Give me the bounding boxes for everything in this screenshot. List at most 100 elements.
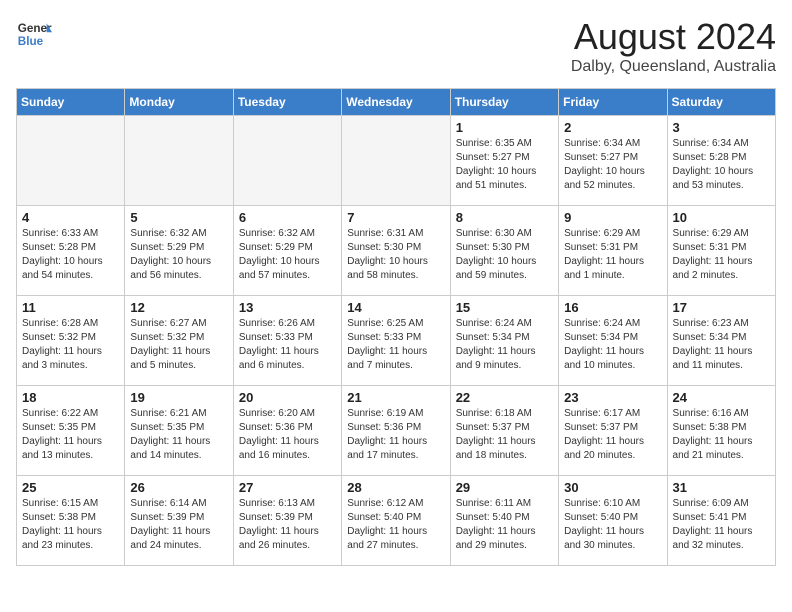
calendar-cell: 23Sunrise: 6:17 AMSunset: 5:37 PMDayligh…: [559, 386, 667, 476]
calendar-cell: 16 Sunrise: 6:24 AMSunset: 5:34 PMDayligh…: [559, 296, 667, 386]
day-number: 3: [673, 120, 770, 135]
week-row-1: 1Sunrise: 6:35 AMSunset: 5:27 PMDaylight…: [17, 116, 776, 206]
cell-info: Sunrise: 6:34 AMSunset: 5:28 PMDaylight:…: [673, 137, 770, 193]
calendar-cell: 8 Sunrise: 6:30 AMSunset: 5:30 PMDaylight…: [450, 206, 558, 296]
week-row-5: 25 Sunrise: 6:15 AMSunset: 5:38 PMDayligh…: [17, 476, 776, 566]
day-number: 10: [673, 210, 770, 225]
day-number: 13: [239, 300, 336, 315]
cell-info: Sunrise: 6:30 AMSunset: 5:30 PMDaylight:…: [456, 227, 553, 283]
day-number: 15: [456, 300, 553, 315]
calendar-cell: 5Sunrise: 6:32 AMSunset: 5:29 PMDaylight…: [125, 206, 233, 296]
cell-info: Sunrise: 6:34 AMSunset: 5:27 PMDaylight:…: [564, 137, 661, 193]
calendar-cell: 17 Sunrise: 6:23 AMSunset: 5:34 PMDayligh…: [667, 296, 775, 386]
calendar-cell: 24 Sunrise: 6:16 AMSunset: 5:38 PMDayligh…: [667, 386, 775, 476]
week-row-2: 4 Sunrise: 6:33 AMSunset: 5:28 PMDaylight…: [17, 206, 776, 296]
calendar-cell: 4 Sunrise: 6:33 AMSunset: 5:28 PMDaylight…: [17, 206, 125, 296]
cell-info: Sunrise: 6:18 AMSunset: 5:37 PMDaylight:…: [456, 407, 553, 463]
day-number: 19: [130, 390, 227, 405]
calendar-cell: 20Sunrise: 6:20 AMSunset: 5:36 PMDayligh…: [233, 386, 341, 476]
cell-info: Sunrise: 6:24 AMSunset: 5:34 PMDaylight:…: [564, 317, 661, 373]
cell-info: Sunrise: 6:17 AMSunset: 5:37 PMDaylight:…: [564, 407, 661, 463]
calendar-cell: 19Sunrise: 6:21 AMSunset: 5:35 PMDayligh…: [125, 386, 233, 476]
cell-info: Sunrise: 6:13 AMSunset: 5:39 PMDaylight:…: [239, 497, 336, 553]
cell-info: Sunrise: 6:29 AMSunset: 5:31 PMDaylight:…: [673, 227, 770, 283]
header-thursday: Thursday: [450, 89, 558, 116]
calendar-cell: 18 Sunrise: 6:22 AMSunset: 5:35 PMDayligh…: [17, 386, 125, 476]
cell-info: Sunrise: 6:09 AMSunset: 5:41 PMDaylight:…: [673, 497, 770, 553]
calendar-cell: 14 Sunrise: 6:25 AMSunset: 5:33 PMDayligh…: [342, 296, 450, 386]
calendar-cell: [125, 116, 233, 206]
cell-info: Sunrise: 6:10 AMSunset: 5:40 PMDaylight:…: [564, 497, 661, 553]
day-number: 28: [347, 480, 444, 495]
calendar-cell: 7Sunrise: 6:31 AMSunset: 5:30 PMDaylight…: [342, 206, 450, 296]
day-number: 24: [673, 390, 770, 405]
cell-info: Sunrise: 6:24 AMSunset: 5:34 PMDaylight:…: [456, 317, 553, 373]
calendar-cell: 26 Sunrise: 6:14 AMSunset: 5:39 PMDayligh…: [125, 476, 233, 566]
day-number: 1: [456, 120, 553, 135]
day-number: 8: [456, 210, 553, 225]
calendar-cell: 30 Sunrise: 6:10 AMSunset: 5:40 PMDayligh…: [559, 476, 667, 566]
calendar-cell: [342, 116, 450, 206]
day-number: 9: [564, 210, 661, 225]
day-number: 4: [22, 210, 119, 225]
calendar-cell: 9 Sunrise: 6:29 AMSunset: 5:31 PMDaylight…: [559, 206, 667, 296]
cell-info: Sunrise: 6:29 AMSunset: 5:31 PMDaylight:…: [564, 227, 661, 283]
calendar-cell: 21Sunrise: 6:19 AMSunset: 5:36 PMDayligh…: [342, 386, 450, 476]
calendar-cell: 3 Sunrise: 6:34 AMSunset: 5:28 PMDaylight…: [667, 116, 775, 206]
cell-info: Sunrise: 6:19 AMSunset: 5:36 PMDaylight:…: [347, 407, 444, 463]
calendar-cell: 25 Sunrise: 6:15 AMSunset: 5:38 PMDayligh…: [17, 476, 125, 566]
cell-info: Sunrise: 6:20 AMSunset: 5:36 PMDaylight:…: [239, 407, 336, 463]
cell-info: Sunrise: 6:12 AMSunset: 5:40 PMDaylight:…: [347, 497, 444, 553]
day-number: 12: [130, 300, 227, 315]
calendar-cell: 11Sunrise: 6:28 AMSunset: 5:32 PMDayligh…: [17, 296, 125, 386]
logo-icon: General Blue: [16, 16, 52, 52]
cell-info: Sunrise: 6:27 AMSunset: 5:32 PMDaylight:…: [130, 317, 227, 373]
day-number: 27: [239, 480, 336, 495]
calendar-cell: 2 Sunrise: 6:34 AMSunset: 5:27 PMDaylight…: [559, 116, 667, 206]
day-number: 16: [564, 300, 661, 315]
cell-info: Sunrise: 6:26 AMSunset: 5:33 PMDaylight:…: [239, 317, 336, 373]
week-row-3: 11Sunrise: 6:28 AMSunset: 5:32 PMDayligh…: [17, 296, 776, 386]
cell-info: Sunrise: 6:22 AMSunset: 5:35 PMDaylight:…: [22, 407, 119, 463]
cell-info: Sunrise: 6:25 AMSunset: 5:33 PMDaylight:…: [347, 317, 444, 373]
day-number: 14: [347, 300, 444, 315]
calendar-cell: 12 Sunrise: 6:27 AMSunset: 5:32 PMDayligh…: [125, 296, 233, 386]
calendar-cell: 13 Sunrise: 6:26 AMSunset: 5:33 PMDayligh…: [233, 296, 341, 386]
day-number: 26: [130, 480, 227, 495]
calendar-cell: 28 Sunrise: 6:12 AMSunset: 5:40 PMDayligh…: [342, 476, 450, 566]
cell-info: Sunrise: 6:28 AMSunset: 5:32 PMDaylight:…: [22, 317, 119, 373]
header-saturday: Saturday: [667, 89, 775, 116]
page-header: General Blue August 2024 Dalby, Queensla…: [16, 16, 776, 76]
day-number: 5: [130, 210, 227, 225]
cell-info: Sunrise: 6:16 AMSunset: 5:38 PMDaylight:…: [673, 407, 770, 463]
logo: General Blue: [16, 16, 52, 52]
calendar-cell: [17, 116, 125, 206]
header-tuesday: Tuesday: [233, 89, 341, 116]
cell-info: Sunrise: 6:14 AMSunset: 5:39 PMDaylight:…: [130, 497, 227, 553]
day-number: 25: [22, 480, 119, 495]
day-number: 7: [347, 210, 444, 225]
title-block: August 2024 Dalby, Queensland, Australia: [571, 16, 776, 76]
calendar-cell: 6 Sunrise: 6:32 AMSunset: 5:29 PMDaylight…: [233, 206, 341, 296]
calendar-location: Dalby, Queensland, Australia: [571, 58, 776, 76]
calendar-cell: 1Sunrise: 6:35 AMSunset: 5:27 PMDaylight…: [450, 116, 558, 206]
day-number: 2: [564, 120, 661, 135]
cell-info: Sunrise: 6:32 AMSunset: 5:29 PMDaylight:…: [239, 227, 336, 283]
cell-info: Sunrise: 6:23 AMSunset: 5:34 PMDaylight:…: [673, 317, 770, 373]
calendar-cell: 15 Sunrise: 6:24 AMSunset: 5:34 PMDayligh…: [450, 296, 558, 386]
day-number: 31: [673, 480, 770, 495]
day-number: 18: [22, 390, 119, 405]
cell-info: Sunrise: 6:15 AMSunset: 5:38 PMDaylight:…: [22, 497, 119, 553]
cell-info: Sunrise: 6:11 AMSunset: 5:40 PMDaylight:…: [456, 497, 553, 553]
calendar-cell: 27 Sunrise: 6:13 AMSunset: 5:39 PMDayligh…: [233, 476, 341, 566]
header-wednesday: Wednesday: [342, 89, 450, 116]
day-number: 17: [673, 300, 770, 315]
calendar-title: August 2024: [571, 16, 776, 58]
day-number: 30: [564, 480, 661, 495]
cell-info: Sunrise: 6:33 AMSunset: 5:28 PMDaylight:…: [22, 227, 119, 283]
week-row-4: 18 Sunrise: 6:22 AMSunset: 5:35 PMDayligh…: [17, 386, 776, 476]
header-friday: Friday: [559, 89, 667, 116]
calendar-cell: 31 Sunrise: 6:09 AMSunset: 5:41 PMDayligh…: [667, 476, 775, 566]
calendar-cell: 22Sunrise: 6:18 AMSunset: 5:37 PMDayligh…: [450, 386, 558, 476]
day-number: 6: [239, 210, 336, 225]
